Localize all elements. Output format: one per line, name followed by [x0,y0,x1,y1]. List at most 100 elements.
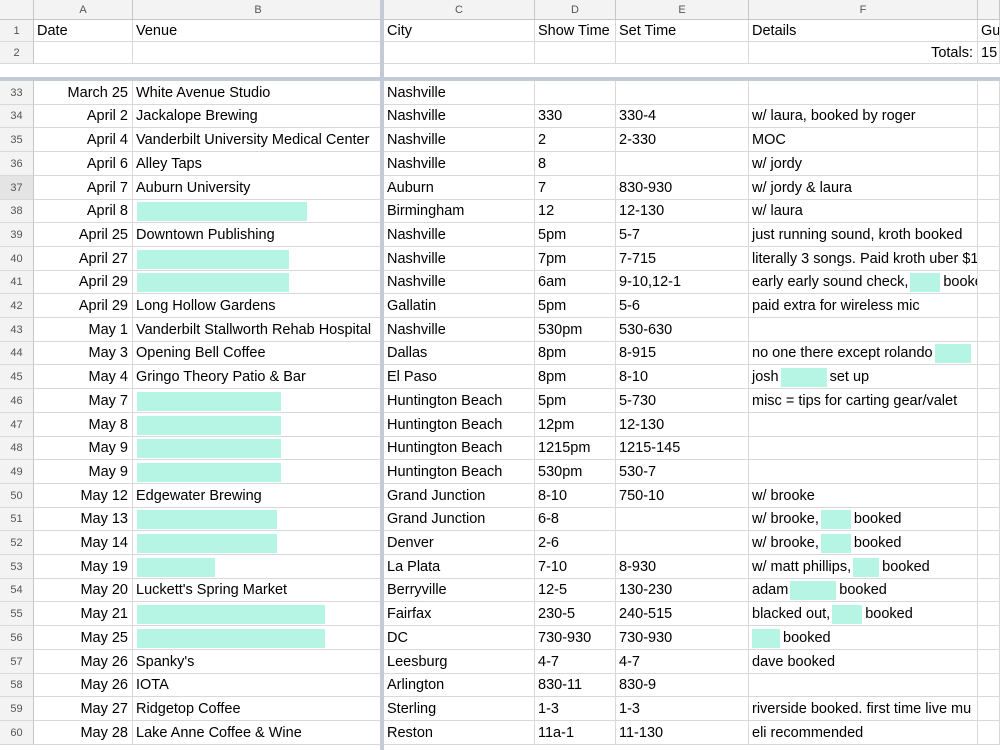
cell-show-time[interactable]: 7 [535,176,616,200]
cell-venue[interactable] [133,460,384,484]
cell-city[interactable]: DC [384,626,535,650]
row-header[interactable]: 57 [0,650,34,674]
header-cell-guests[interactable]: 15 [978,42,1000,64]
cell-show-time[interactable]: 7pm [535,247,616,271]
cell-venue[interactable]: Spanky's [133,650,384,674]
cell-city[interactable]: Denver [384,531,535,555]
cell-guests[interactable] [978,247,1000,271]
cell-show-time[interactable]: 8 [535,152,616,176]
cell-date[interactable]: April 2 [34,105,133,128]
cell-set-time[interactable]: 5-6 [616,294,749,318]
cell-date[interactable]: March 25 [34,81,133,105]
cell-details[interactable]: w/ laura [749,200,978,223]
cell-guests[interactable] [978,271,1000,294]
row-header[interactable]: 38 [0,200,34,223]
header-cell-date[interactable] [34,42,133,64]
cell-details[interactable]: w/ brooke [749,484,978,508]
cell-guests[interactable] [978,223,1000,247]
cell-venue[interactable]: Long Hollow Gardens [133,294,384,318]
cell-venue[interactable]: IOTA [133,674,384,697]
cell-venue[interactable] [133,200,384,223]
cell-show-time[interactable]: 5pm [535,389,616,413]
cell-guests[interactable] [978,626,1000,650]
cell-date[interactable]: April 7 [34,176,133,200]
spreadsheet-grid[interactable]: A B C D E F 1 Date Venue City Show Time Set Time Det… [0,0,1000,750]
cell-guests[interactable] [978,437,1000,460]
cell-set-time[interactable]: 8-930 [616,555,749,579]
row-header[interactable]: 34 [0,105,34,128]
cell-set-time[interactable]: 240-515 [616,602,749,626]
cell-date[interactable]: May 7 [34,389,133,413]
select-all-corner[interactable] [0,0,34,20]
cell-details[interactable]: blacked out, booked [749,602,978,626]
row-header[interactable]: 54 [0,579,34,602]
cell-guests[interactable] [978,650,1000,674]
cell-date[interactable]: May 19 [34,555,133,579]
cell-details[interactable] [749,413,978,437]
cell-set-time[interactable]: 5-7 [616,223,749,247]
cell-set-time[interactable]: 130-230 [616,579,749,602]
cell-city[interactable]: Nashville [384,128,535,152]
cell-details[interactable]: literally 3 songs. Paid kroth uber $1 [749,247,978,271]
cell-city[interactable]: Huntington Beach [384,437,535,460]
cell-set-time[interactable]: 11-130 [616,721,749,745]
cell-city[interactable]: Huntington Beach [384,460,535,484]
cell-date[interactable]: May 26 [34,674,133,697]
column-header-g[interactable] [978,0,1000,20]
cell-details[interactable]: misc = tips for carting gear/valet [749,389,978,413]
frozen-row-divider[interactable] [0,77,1000,81]
cell-details[interactable]: early early sound check, booke [749,271,978,294]
cell-venue[interactable] [133,602,384,626]
cell-venue[interactable] [133,531,384,555]
cell-city[interactable]: Grand Junction [384,508,535,531]
cell-set-time[interactable]: 830-930 [616,176,749,200]
cell-venue[interactable]: Luckett's Spring Market [133,579,384,602]
cell-venue[interactable]: Vanderbilt Stallworth Rehab Hospital [133,318,384,342]
cell-city[interactable]: Nashville [384,247,535,271]
cell-venue[interactable]: White Avenue Studio [133,81,384,105]
cell-guests[interactable] [978,318,1000,342]
cell-guests[interactable] [978,721,1000,745]
cell-venue[interactable] [133,626,384,650]
cell-guests[interactable] [978,342,1000,365]
cell-details[interactable]: w/ jordy & laura [749,176,978,200]
header-cell-details[interactable]: Totals: [749,42,978,64]
cell-details[interactable]: riverside booked. first time live mu [749,697,978,721]
cell-details[interactable]: eli recommended [749,721,978,745]
row-header[interactable]: 52 [0,531,34,555]
row-header[interactable]: 46 [0,389,34,413]
cell-city[interactable]: Huntington Beach [384,413,535,437]
cell-guests[interactable] [978,602,1000,626]
cell-set-time[interactable] [616,81,749,105]
cell-details[interactable]: adam booked [749,579,978,602]
cell-venue[interactable]: Vanderbilt University Medical Center [133,128,384,152]
cell-date[interactable]: May 27 [34,697,133,721]
cell-guests[interactable] [978,152,1000,176]
cell-details[interactable]: dave booked [749,650,978,674]
cell-show-time[interactable]: 8-10 [535,484,616,508]
cell-show-time[interactable]: 8pm [535,365,616,389]
cell-date[interactable]: April 29 [34,271,133,294]
cell-details[interactable] [749,674,978,697]
cell-city[interactable]: Huntington Beach [384,389,535,413]
cell-city[interactable]: Nashville [384,152,535,176]
cell-date[interactable]: May 4 [34,365,133,389]
cell-set-time[interactable] [616,531,749,555]
cell-date[interactable]: April 25 [34,223,133,247]
cell-date[interactable]: May 13 [34,508,133,531]
cell-set-time[interactable]: 12-130 [616,200,749,223]
cell-venue[interactable]: Opening Bell Coffee [133,342,384,365]
header-cell-set-time[interactable] [616,42,749,64]
cell-date[interactable]: May 3 [34,342,133,365]
row-header[interactable]: 43 [0,318,34,342]
cell-set-time[interactable] [616,152,749,176]
cell-set-time[interactable]: 2-330 [616,128,749,152]
cell-venue[interactable]: Alley Taps [133,152,384,176]
cell-show-time[interactable]: 730-930 [535,626,616,650]
cell-details[interactable]: paid extra for wireless mic [749,294,978,318]
cell-venue[interactable] [133,247,384,271]
cell-show-time[interactable]: 230-5 [535,602,616,626]
cell-guests[interactable] [978,294,1000,318]
cell-city[interactable]: Birmingham [384,200,535,223]
cell-show-time[interactable]: 8pm [535,342,616,365]
